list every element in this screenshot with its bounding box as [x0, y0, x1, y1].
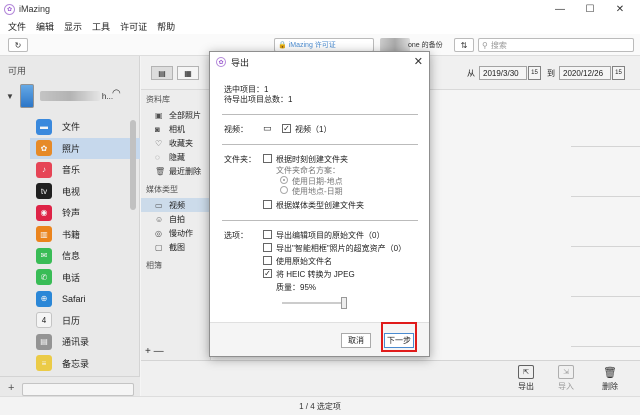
license-label: iMazing 许可证: [288, 42, 336, 49]
place-date-label: 使用地点-日期: [292, 187, 343, 196]
create-by-media-label: 根据媒体类型创建文件夹: [276, 201, 364, 210]
export-smart-checkbox[interactable]: [263, 243, 272, 252]
folder-section-label: 文件夹：: [224, 155, 256, 164]
cancel-button[interactable]: 取消: [341, 333, 371, 348]
close-icon[interactable]: ✕: [414, 55, 423, 68]
menu-help[interactable]: 帮助: [157, 20, 175, 33]
app-title: iMazing: [19, 4, 51, 14]
options-section-label: 选项：: [224, 231, 248, 240]
transfer-icon: ⇅: [460, 40, 468, 50]
highlight-annotation: [381, 322, 417, 352]
total-count: 待导出项目总数：1: [224, 95, 293, 104]
menu-file[interactable]: 文件: [8, 20, 26, 33]
maximize-button[interactable]: ☐: [575, 0, 605, 18]
video-option-label: 视频（1）: [295, 125, 332, 134]
original-name-label: 使用原始文件名: [276, 257, 332, 266]
imazing-logo-icon: ✿: [4, 3, 15, 15]
heic-convert-checkbox[interactable]: ✓: [263, 269, 272, 278]
video-checkbox[interactable]: ✓: [282, 124, 291, 133]
original-name-checkbox[interactable]: [263, 256, 272, 265]
backup-label[interactable]: one 的备份: [408, 38, 443, 52]
title-bar: ✿ iMazing: [0, 0, 640, 18]
place-date-radio[interactable]: [280, 186, 288, 194]
license-button[interactable]: 🔒 iMazing 许可证: [274, 38, 374, 52]
video-icon: ▭: [263, 123, 272, 133]
create-by-media-checkbox[interactable]: [263, 200, 272, 209]
date-place-radio[interactable]: [280, 176, 288, 184]
menu-tools[interactable]: 工具: [92, 20, 110, 33]
blurred-device-name: [380, 38, 410, 52]
refresh-icon: ↻: [14, 40, 22, 50]
export-smart-label: 导出"智能相框"照片的超宽资产（0）: [276, 244, 407, 253]
quality-slider-thumb[interactable]: [341, 297, 347, 309]
search-input[interactable]: ⚲ 搜索: [478, 38, 634, 52]
create-by-time-label: 根据时刻创建文件夹: [276, 155, 348, 164]
status-bar: 1 / 4 选定项: [0, 396, 640, 415]
naming-scheme-label: 文件夹命名方案：: [276, 166, 340, 175]
close-window-button[interactable]: ✕: [605, 0, 635, 18]
minimize-button[interactable]: —: [545, 0, 575, 18]
dialog-title-bar: ✿ 导出 ✕: [210, 52, 429, 72]
search-icon: ⚲: [482, 40, 488, 50]
menu-edit[interactable]: 编辑: [36, 20, 54, 33]
menu-bar: 文件 编辑 显示 工具 许可证 帮助: [0, 18, 640, 34]
export-dialog: ✿ 导出 ✕ 选中项目：1 待导出项目总数：1 视频： ▭ ✓ 视频（1） 文件…: [209, 51, 430, 357]
quality-label: 质量：95%: [276, 283, 317, 292]
export-original-checkbox[interactable]: [263, 230, 272, 239]
transfer-button[interactable]: ⇅: [454, 38, 474, 52]
refresh-button[interactable]: ↻: [8, 38, 28, 52]
dialog-title: 导出: [231, 57, 250, 68]
separator: [222, 144, 418, 145]
separator: [222, 114, 418, 115]
quality-slider-track[interactable]: [282, 302, 342, 304]
heic-convert-label: 将 HEIC 转换为 JPEG: [276, 270, 355, 279]
create-by-time-checkbox[interactable]: [263, 154, 272, 163]
imazing-logo-icon: ✿: [216, 57, 226, 67]
lock-icon: 🔒: [278, 42, 287, 49]
menu-view[interactable]: 显示: [64, 20, 82, 33]
separator: [222, 220, 418, 221]
video-section-label: 视频：: [224, 125, 248, 134]
menu-license[interactable]: 许可证: [120, 20, 147, 33]
search-placeholder: 搜索: [490, 40, 507, 50]
export-original-label: 导出编辑项目的原始文件（0）: [276, 231, 385, 240]
